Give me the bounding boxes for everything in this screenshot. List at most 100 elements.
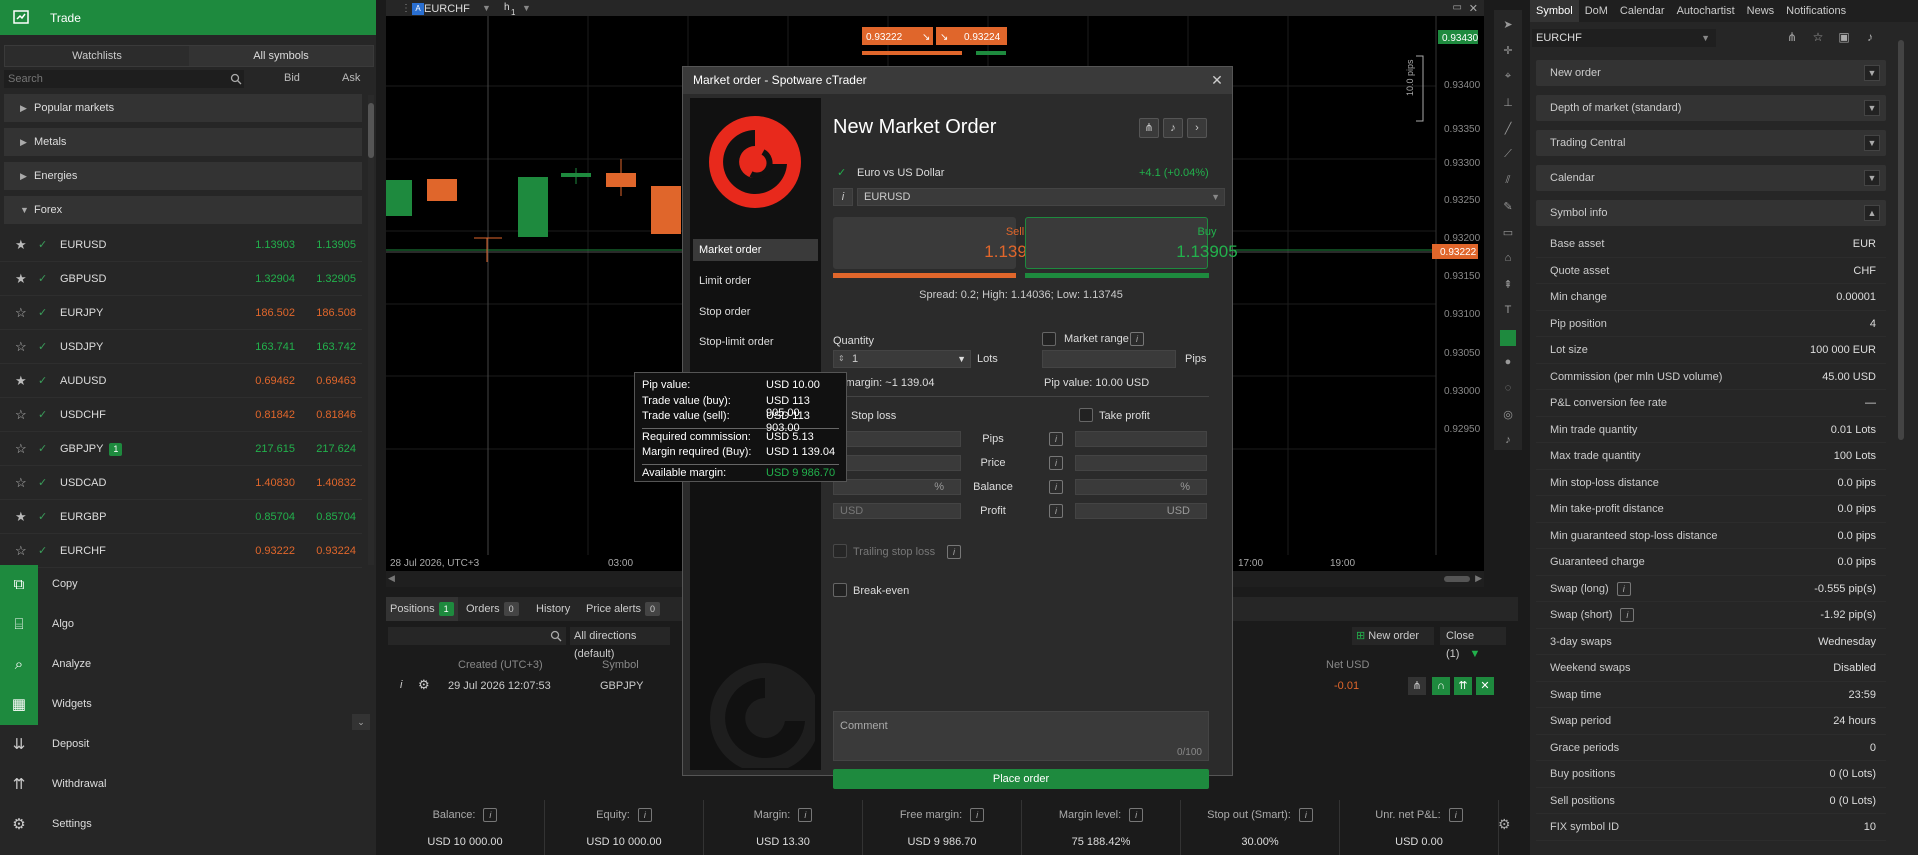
search-input[interactable] — [4, 70, 244, 88]
sl-pips-input[interactable] — [833, 431, 961, 447]
col-net-usd[interactable]: Net USD — [1326, 659, 1369, 671]
info-icon[interactable]: i — [970, 808, 985, 822]
category-metals[interactable]: ▶ Metals — [4, 128, 362, 156]
pointer-icon[interactable]: ➤ — [1500, 18, 1516, 34]
maximize-icon[interactable]: ▭ — [1453, 2, 1462, 13]
chevron-down-icon[interactable]: ▼ — [1864, 100, 1880, 116]
tab-news[interactable]: News — [1741, 0, 1781, 22]
dialog-title-bar[interactable]: Market order - Spotware cTrader ✕ — [683, 67, 1232, 94]
right-scrollbar[interactable] — [1898, 40, 1904, 440]
eraser-icon[interactable]: ◌ — [1500, 382, 1516, 398]
trend-icon[interactable]: ⟋ — [1500, 148, 1516, 164]
dropdown-icon[interactable]: ▼ — [482, 3, 491, 13]
tab-positions[interactable]: Positions 1 — [386, 597, 458, 621]
chevron-down-icon[interactable]: ▼ — [1864, 65, 1880, 81]
category-popular-markets[interactable]: ▶ Popular markets — [4, 94, 362, 122]
star-icon[interactable]: ☆ — [15, 398, 27, 432]
chevron-down-icon[interactable]: ▼ — [1864, 135, 1880, 151]
symbol-bid[interactable]: 163.741 — [255, 330, 295, 364]
market-range-checkbox[interactable] — [1042, 332, 1056, 346]
symbol-bid[interactable]: 0.69462 — [255, 364, 295, 398]
symbol-ask[interactable]: 217.624 — [316, 432, 356, 466]
shapes-icon[interactable]: ⌂ — [1500, 252, 1516, 268]
buy-button[interactable]: Buy 1.13905 — [1025, 217, 1238, 269]
channel-icon[interactable]: ⫽ — [1500, 174, 1516, 190]
dropdown-icon[interactable]: ▼ — [522, 3, 531, 13]
tp-balance-input[interactable]: % — [1075, 479, 1207, 495]
symbol-row[interactable]: ☆ ✓ USDCAD 1.40830 1.40832 — [0, 466, 362, 500]
nav-widgets[interactable]: ▦ Widgets — [0, 685, 376, 725]
dropdown-icon[interactable]: ▼ — [957, 351, 966, 367]
symbol-ask[interactable]: 0.93224 — [316, 534, 356, 568]
pencil-icon[interactable]: ✎ — [1500, 200, 1516, 216]
info-icon[interactable]: i — [1129, 808, 1144, 822]
symbol-bid[interactable]: 0.85704 — [255, 500, 295, 534]
tab-history[interactable]: History — [536, 597, 570, 621]
info-icon[interactable]: i — [1049, 432, 1063, 446]
line-icon[interactable]: ╱ — [1500, 122, 1516, 138]
search-icon[interactable] — [230, 73, 242, 85]
nav-copy[interactable]: ⧉ Copy — [0, 565, 376, 605]
star-icon[interactable]: ☆ — [15, 330, 27, 364]
info-icon[interactable]: i — [833, 188, 853, 206]
chart-timeframe[interactable]: h — [504, 2, 510, 13]
section-depth-of-market[interactable]: Depth of market (standard) ▼ — [1536, 95, 1886, 121]
order-type-market[interactable]: Market order — [693, 239, 818, 261]
symbol-ask[interactable]: 0.69463 — [316, 364, 356, 398]
star-icon[interactable]: ☆ — [15, 534, 27, 568]
bell-icon[interactable]: ♪ — [1860, 30, 1880, 48]
place-order-button[interactable]: Place order — [833, 769, 1209, 789]
star-icon[interactable]: ☆ — [15, 432, 27, 466]
ask-header[interactable]: Ask — [342, 72, 360, 84]
star-icon[interactable]: ★ — [15, 228, 27, 262]
share-icon[interactable]: ⋔ — [1139, 118, 1159, 138]
symbol-bid[interactable]: 1.32904 — [255, 262, 295, 296]
symbol-select[interactable]: EURCHF ▼ — [1532, 29, 1716, 47]
sell-button[interactable]: Sell 1.13903 — [833, 217, 1046, 269]
tab-autochartist[interactable]: Autochartist — [1671, 0, 1741, 22]
break-even-checkbox[interactable] — [833, 583, 847, 597]
share-icon[interactable]: ⋔ — [1782, 30, 1802, 48]
tab-all-symbols[interactable]: All symbols — [189, 46, 373, 66]
tab-symbol[interactable]: Symbol — [1530, 0, 1579, 22]
tab-price-alerts[interactable]: Price alerts 0 — [586, 597, 661, 621]
rectangle-icon[interactable]: ▭ — [1500, 226, 1516, 242]
section-symbol-info[interactable]: Symbol info ▲ — [1536, 200, 1886, 226]
symbol-row[interactable]: ☆ ✓ USDJPY 163.741 163.742 — [0, 330, 362, 364]
scrollbar-thumb[interactable] — [1898, 40, 1904, 440]
category-forex[interactable]: ▼ Forex — [4, 196, 362, 224]
section-new-order[interactable]: New order ▼ — [1536, 60, 1886, 86]
share-icon[interactable]: ⋔ — [1408, 677, 1426, 695]
bid-header[interactable]: Bid — [284, 72, 300, 84]
section-calendar[interactable]: Calendar ▼ — [1536, 165, 1886, 191]
info-icon[interactable]: i — [798, 808, 813, 822]
symbol-bid[interactable]: 1.40830 — [255, 466, 295, 500]
bell-icon[interactable]: ♪ — [1163, 118, 1183, 138]
symbol-ask[interactable]: 1.40832 — [316, 466, 356, 500]
double-up-icon[interactable]: ⇈ — [1454, 677, 1472, 695]
tab-dom[interactable]: DoM — [1579, 0, 1614, 22]
search-icon[interactable] — [550, 630, 562, 642]
order-type-limit[interactable]: Limit order — [693, 270, 818, 292]
bell-icon[interactable]: ♪ — [1500, 434, 1516, 450]
info-icon[interactable]: i — [1049, 504, 1063, 518]
col-created[interactable]: Created (UTC+3) — [458, 659, 543, 671]
symbol-bid[interactable]: 217.615 — [255, 432, 295, 466]
zoom-icon[interactable]: ⌖ — [1500, 70, 1516, 86]
info-icon[interactable]: i — [483, 808, 498, 822]
symbol-bid[interactable]: 0.93222 — [255, 534, 295, 568]
col-symbol[interactable]: Symbol — [602, 659, 639, 671]
camera-icon[interactable]: ◎ — [1500, 408, 1516, 424]
circle-icon[interactable]: ● — [1500, 356, 1516, 372]
close-position-icon[interactable]: ✕ — [1476, 677, 1494, 695]
star-icon[interactable]: ★ — [15, 500, 27, 534]
star-icon[interactable]: ☆ — [1808, 30, 1828, 48]
scroll-right-icon[interactable]: ▶ — [1475, 573, 1482, 584]
star-icon[interactable]: ★ — [15, 364, 27, 398]
drag-handle-icon[interactable]: ⋮ — [401, 3, 411, 14]
symbol-bid[interactable]: 186.502 — [255, 296, 295, 330]
take-profit-checkbox[interactable] — [1079, 408, 1093, 422]
tp-profit-input[interactable]: USD — [1075, 503, 1207, 519]
info-icon[interactable]: i — [1616, 581, 1631, 596]
symbol-row[interactable]: ☆ ✓ EURJPY 186.502 186.508 — [0, 296, 362, 330]
